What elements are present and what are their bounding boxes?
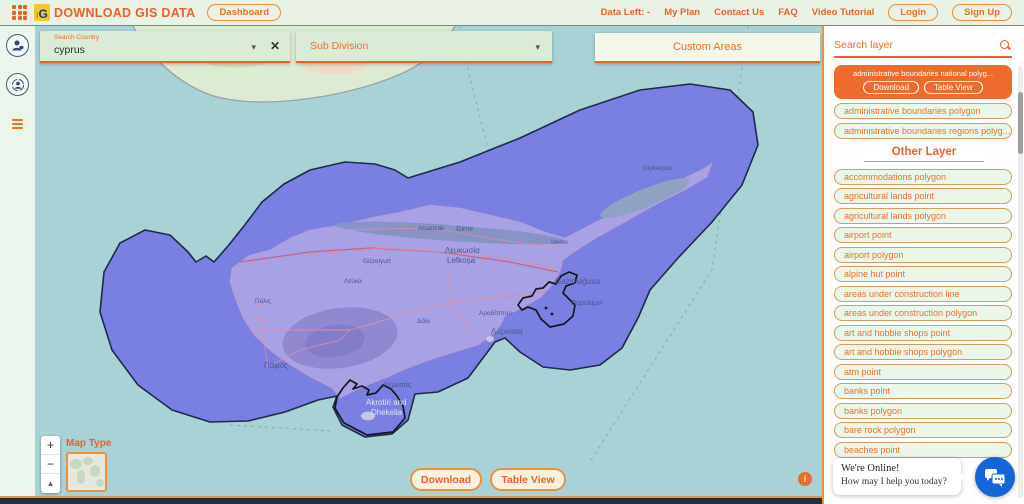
map-canvas[interactable]: Alsancak Girne ΛευκωσίαLefkoşa Güzelyurt Λεύ… xyxy=(35,26,822,496)
layer-item[interactable]: airport point xyxy=(834,227,1012,243)
search-country-input[interactable] xyxy=(54,44,214,56)
map-label: Dipkarpaz xyxy=(643,165,672,172)
signup-button[interactable]: Sign Up xyxy=(952,4,1012,21)
map-label: Παραλίμνι xyxy=(571,299,603,307)
map-label: İskele xyxy=(551,237,568,246)
layer-item[interactable]: bare rock polygon xyxy=(834,422,1012,438)
map-label: Güzelyurt xyxy=(363,258,391,265)
layer-item[interactable]: beaches point xyxy=(834,442,1012,458)
dashboard-button[interactable]: Dashboard xyxy=(207,4,281,21)
apps-grid-icon[interactable] xyxy=(12,5,27,20)
map-label: Πόλις xyxy=(255,297,271,305)
layer-item[interactable]: administrative boundaries regions polyg.… xyxy=(834,123,1012,139)
selected-layer-table-view-button[interactable]: Table View xyxy=(924,81,983,94)
map-label: Αραδίππου xyxy=(479,309,512,317)
nav-my-plan[interactable]: My Plan xyxy=(664,7,700,18)
download-button[interactable]: Download xyxy=(410,468,482,491)
person-icon xyxy=(11,39,24,52)
layer-search-field[interactable] xyxy=(834,34,1012,58)
map-container[interactable]: Alsancak Girne ΛευκωσίαLefkoşa Güzelyurt Λεύ… xyxy=(35,26,822,496)
zoom-slider-handle[interactable]: ▴ xyxy=(41,474,60,493)
chevron-down-icon[interactable]: ▾ xyxy=(535,42,540,53)
layer-panel: administrative boundaries national polyg… xyxy=(822,26,1024,504)
left-icon-rail xyxy=(0,26,35,496)
menu-icon[interactable] xyxy=(6,112,29,135)
map-label: Dhekelia xyxy=(371,408,403,417)
search-icon[interactable] xyxy=(1000,40,1010,50)
chat-bubbles-icon xyxy=(984,468,1006,487)
search-country-label: Search Country xyxy=(54,34,99,41)
sub-division-label: Sub Division xyxy=(310,40,368,52)
zoom-in-button[interactable]: + xyxy=(41,436,60,455)
close-icon[interactable]: ✕ xyxy=(270,39,280,53)
selected-layer-card[interactable]: administrative boundaries national polyg… xyxy=(834,65,1012,99)
chevron-down-icon[interactable]: ▾ xyxy=(251,42,256,53)
map-bottom-bar xyxy=(0,496,822,504)
map-label: Akrotiri and xyxy=(366,398,406,407)
layer-item[interactable]: banks polygon xyxy=(834,403,1012,419)
layer-item[interactable]: banks point xyxy=(834,383,1012,399)
chat-launcher-button[interactable] xyxy=(975,457,1015,497)
support-icon[interactable] xyxy=(6,73,29,96)
table-view-button[interactable]: Table View xyxy=(490,468,566,491)
layer-item[interactable]: agricultural lands polygon xyxy=(834,208,1012,224)
scrollbar-thumb[interactable] xyxy=(1018,92,1023,154)
login-button[interactable]: Login xyxy=(888,4,938,21)
map-label: Πάφος xyxy=(264,361,288,370)
map-label: Λεύκα xyxy=(344,277,362,285)
chat-tooltip: We're Online! How may I help you today? xyxy=(833,458,961,495)
info-icon[interactable]: i xyxy=(798,472,812,486)
logo-g: G xyxy=(38,8,47,20)
brand-logo: iG xyxy=(34,4,50,21)
selected-layer-download-button[interactable]: Download xyxy=(863,81,919,94)
layer-item[interactable]: atm point xyxy=(834,364,1012,380)
person-circle-icon xyxy=(11,78,25,92)
layer-item[interactable]: airport polygon xyxy=(834,247,1012,263)
layer-item[interactable]: agricultural lands point xyxy=(834,188,1012,204)
other-layer-heading: Other Layer xyxy=(864,146,984,162)
account-icon[interactable] xyxy=(6,34,29,57)
layer-item[interactable]: areas under construction polygon xyxy=(834,305,1012,321)
chat-status-text: We're Online! xyxy=(841,463,953,474)
top-header: iG DOWNLOAD GIS DATA Dashboard Data Left… xyxy=(0,0,1024,26)
map-type-label: Map Type xyxy=(66,438,111,449)
search-country-combobox[interactable]: Search Country ▾ ✕ xyxy=(40,31,290,63)
map-label: Alsancak xyxy=(418,225,445,232)
layer-item[interactable]: art and hobbie shops point xyxy=(834,325,1012,341)
layer-item[interactable]: accommodations polygon xyxy=(834,169,1012,185)
world-thumbnail-icon xyxy=(68,454,105,490)
layer-item[interactable]: alpine hut point xyxy=(834,266,1012,282)
map-label: Λάρνακα xyxy=(491,327,523,336)
layer-item[interactable]: administrative boundaries polygon xyxy=(834,103,1012,119)
layer-item[interactable]: areas under construction line xyxy=(834,286,1012,302)
map-label: Δάλι xyxy=(417,317,430,325)
map-label: Λεμεσός xyxy=(383,380,412,389)
nav-video-tutorial[interactable]: Video Tutorial xyxy=(812,7,874,18)
nav-faq[interactable]: FAQ xyxy=(778,7,798,18)
selected-layer-title: administrative boundaries national polyg… xyxy=(839,69,1007,78)
map-label: Λευκωσία xyxy=(445,246,480,255)
map-type-switcher[interactable] xyxy=(66,452,107,492)
other-layer-list: accommodations polygon agricultural lands… xyxy=(824,169,1024,458)
chat-greeting-text: How may I help you today? xyxy=(841,477,953,487)
map-label: Girne xyxy=(456,226,473,233)
layer-item[interactable]: art and hobbie shops polygon xyxy=(834,344,1012,360)
app-title: DOWNLOAD GIS DATA xyxy=(54,6,195,20)
layer-search-input[interactable] xyxy=(834,39,1000,51)
map-label: Gazimağusa xyxy=(555,277,600,286)
map-label: Lefkoşa xyxy=(447,256,476,265)
zoom-control: + − ▴ xyxy=(41,436,60,493)
nav-contact-us[interactable]: Contact Us xyxy=(714,7,764,18)
panel-scrollbar[interactable] xyxy=(1018,66,1023,498)
sub-division-dropdown[interactable]: Sub Division ▾ xyxy=(296,31,552,63)
data-left-label: Data Left: - xyxy=(601,7,651,18)
custom-areas-button[interactable]: Custom Areas xyxy=(595,33,820,63)
zoom-out-button[interactable]: − xyxy=(41,455,60,474)
